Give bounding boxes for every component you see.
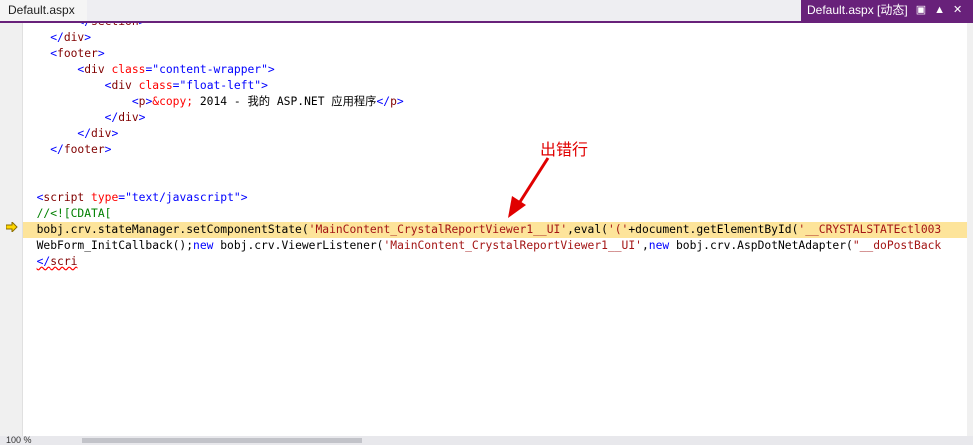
- error-line-annotation: 出错行: [540, 140, 589, 159]
- code-editor[interactable]: </section> </div> <footer> <div class="c…: [23, 23, 967, 436]
- code-line: </scri: [36, 255, 78, 268]
- code-line: <div class="content-wrapper">: [77, 63, 275, 76]
- code-line: </section>: [23, 23, 145, 30]
- code-line: <p>&copy; 2014 - 我的 ASP.NET 应用程序</p>: [131, 95, 404, 108]
- tab-title: Default.aspx [动态]: [807, 3, 908, 17]
- code-line: <script type="text/javascript">: [36, 191, 248, 204]
- code-line: <div class="float-left">: [104, 79, 268, 92]
- code-line: </footer>: [50, 143, 112, 156]
- vertical-scrollbar[interactable]: [967, 23, 973, 436]
- code-line-error: bobj.crv.stateManager.setComponentState(…: [36, 223, 942, 236]
- code-line: </div>: [50, 31, 92, 44]
- execution-pointer-icon: [6, 222, 18, 232]
- code-line: </div>: [104, 111, 146, 124]
- code-line: WebForm_InitCallback();new bobj.crv.View…: [36, 239, 942, 252]
- code-line: </div>: [77, 127, 119, 140]
- editor-status-bar: 100 %: [0, 436, 973, 445]
- tab-default-aspx-dynamic[interactable]: Default.aspx [动态] ▣ ▲ ✕: [801, 0, 973, 21]
- horizontal-scrollbar-thumb[interactable]: [82, 438, 362, 443]
- zoom-level[interactable]: 100 %: [6, 436, 32, 445]
- close-icon[interactable]: ✕: [953, 0, 962, 21]
- code-line: //<![CDATA[: [36, 207, 112, 220]
- pin-icon[interactable]: ▲: [934, 0, 945, 21]
- code-line: <footer>: [50, 47, 105, 60]
- document-tab-bar: Default.aspx Default.aspx [动态] ▣ ▲ ✕: [0, 0, 973, 23]
- lock-icon[interactable]: ▣: [916, 0, 926, 21]
- tab-default-aspx[interactable]: Default.aspx: [0, 0, 87, 21]
